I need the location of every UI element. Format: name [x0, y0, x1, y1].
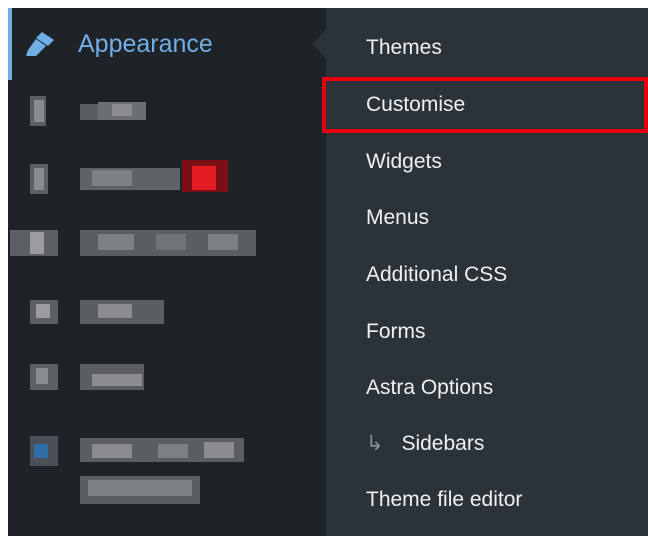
submenu-item-label: Sidebars — [401, 432, 485, 455]
submenu-item-themes[interactable]: Themes — [326, 20, 648, 76]
submenu-item-customise[interactable]: Customise — [326, 77, 648, 133]
sidebar-item-obscured-3[interactable] — [8, 218, 326, 274]
sidebar-item-obscured-1[interactable] — [8, 86, 326, 142]
submenu-item-astra-options[interactable]: Astra Options — [326, 360, 648, 416]
submenu-item-label: Forms — [366, 320, 426, 343]
sidebar-item-obscured-4[interactable] — [8, 288, 326, 344]
submenu-item-label: Astra Options — [366, 376, 494, 399]
sidebar-item-obscured-6[interactable] — [8, 426, 326, 518]
paintbrush-icon — [26, 32, 54, 56]
admin-menu-frame: Appearance Themes Customise Widgets Menu… — [8, 8, 648, 536]
sidebar-item-appearance[interactable]: Appearance — [8, 8, 326, 80]
admin-sidebar: Appearance — [8, 8, 326, 536]
submenu-item-theme-file-editor[interactable]: Theme file editor — [326, 472, 648, 528]
submenu-item-label: Theme file editor — [366, 488, 523, 511]
submenu-item-label: Themes — [366, 36, 442, 59]
appearance-submenu: Themes Customise Widgets Menus Additiona… — [326, 8, 648, 536]
submenu-item-label: Menus — [366, 206, 430, 229]
submenu-item-sidebars[interactable]: ↳ Sidebars — [326, 416, 648, 472]
child-arrow-icon: ↳ — [366, 432, 384, 455]
submenu-item-label: Widgets — [366, 150, 442, 173]
submenu-item-additional-css[interactable]: Additional CSS — [326, 247, 648, 303]
submenu-item-widgets[interactable]: Widgets — [326, 134, 648, 190]
sidebar-item-obscured-2[interactable] — [8, 152, 326, 208]
active-indicator — [8, 8, 12, 80]
sidebar-item-label: Appearance — [78, 30, 213, 58]
submenu-item-forms[interactable]: Forms — [326, 304, 648, 360]
submenu-item-menus[interactable]: Menus — [326, 190, 648, 246]
sidebar-item-obscured-5[interactable] — [8, 352, 326, 408]
submenu-pointer — [312, 30, 326, 58]
submenu-item-label: Customise — [366, 93, 466, 116]
submenu-item-label: Additional CSS — [366, 263, 508, 286]
